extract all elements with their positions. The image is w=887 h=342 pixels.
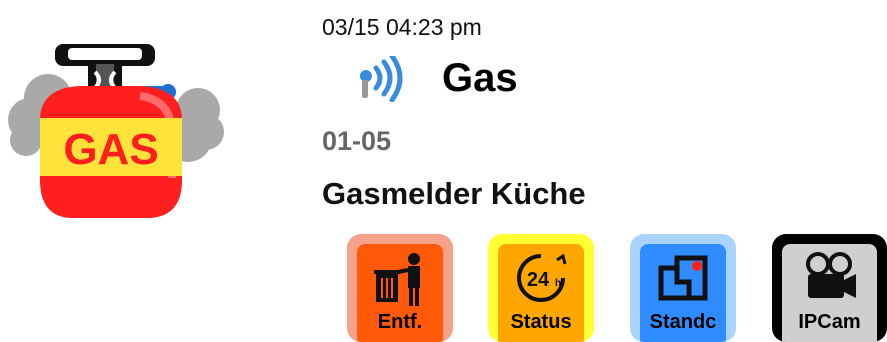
- trash-person-icon: [374, 253, 420, 306]
- gas-cylinder-icon: GAS: [8, 44, 224, 218]
- status-button[interactable]: 24 hr Status: [488, 234, 594, 342]
- ipcam-button[interactable]: IPCam: [772, 234, 887, 342]
- svg-text:hr: hr: [555, 278, 565, 289]
- device-type-title: Gas: [442, 56, 518, 100]
- zone-id: 01-05: [322, 126, 392, 156]
- device-name: Gasmelder Küche: [322, 176, 586, 211]
- wireless-signal-icon: [360, 56, 403, 102]
- standby-panel-icon: [658, 255, 708, 301]
- standby-button-label: Standc: [649, 311, 717, 333]
- remove-button-label: Entf.: [377, 311, 423, 333]
- ipcam-button-label: IPCam: [798, 311, 861, 333]
- status-button-label: Status: [510, 311, 572, 333]
- gas-label-text: GAS: [63, 125, 158, 174]
- video-camera-icon: [805, 252, 856, 298]
- standby-button[interactable]: Standc: [630, 234, 736, 342]
- remove-button[interactable]: Entf.: [347, 234, 453, 342]
- 24hr-icon: 24 hr: [517, 253, 567, 302]
- svg-text:24: 24: [527, 269, 550, 291]
- timestamp: 03/15 04:23 pm: [322, 14, 482, 40]
